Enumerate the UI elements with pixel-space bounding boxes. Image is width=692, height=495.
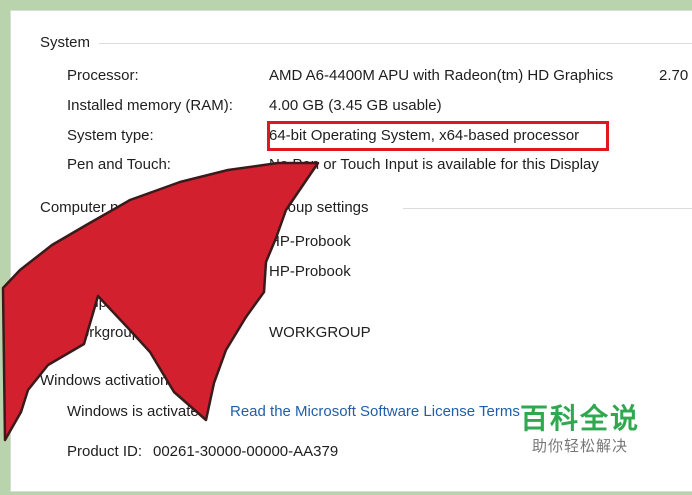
activation-status: Windows is activated [67,403,208,420]
section-title-activation: Windows activation [40,372,169,389]
section-title-system: System [40,34,91,51]
computer-description-label: Computer description: [67,294,214,311]
workgroup-value: WORKGROUP [269,324,371,341]
baike-watermark: 百科全说 助你轻松解决 [510,402,650,456]
section-title-computer-name: Computer name, domain, and workgroup set… [40,199,369,216]
computer-name-label: Computer name: [67,233,179,250]
system-type-highlight-box [267,121,609,151]
full-computer-name-label: Full computer name: [67,263,204,280]
memory-value: 4.00 GB (3.45 GB usable) [269,97,442,114]
watermark-subtitle: 助你轻松解决 [531,437,628,455]
computer-name-value: HP-Probook [269,233,351,250]
workgroup-label: Workgroup: [67,324,145,341]
watermark-title: 百科全说 [519,402,640,435]
processor-label: Processor: [67,67,139,84]
processor-speed-value: 2.70 [659,67,689,84]
memory-label: Installed memory (RAM): [67,97,233,114]
full-computer-name-value: HP-Probook [269,263,351,280]
license-terms-link[interactable]: Read the Microsoft Software License Term… [230,403,520,420]
section-divider [99,43,692,44]
processor-value: AMD A6-4400M APU with Radeon(tm) HD Grap… [269,67,614,84]
pen-touch-value: No Pen or Touch Input is available for t… [269,156,599,173]
product-id-value: 00261-30000-00000-AA379 [153,443,339,460]
pen-touch-label: Pen and Touch: [67,156,171,173]
section-divider [403,208,692,209]
product-id-label: Product ID: [67,443,143,460]
system-type-label: System type: [67,127,154,144]
